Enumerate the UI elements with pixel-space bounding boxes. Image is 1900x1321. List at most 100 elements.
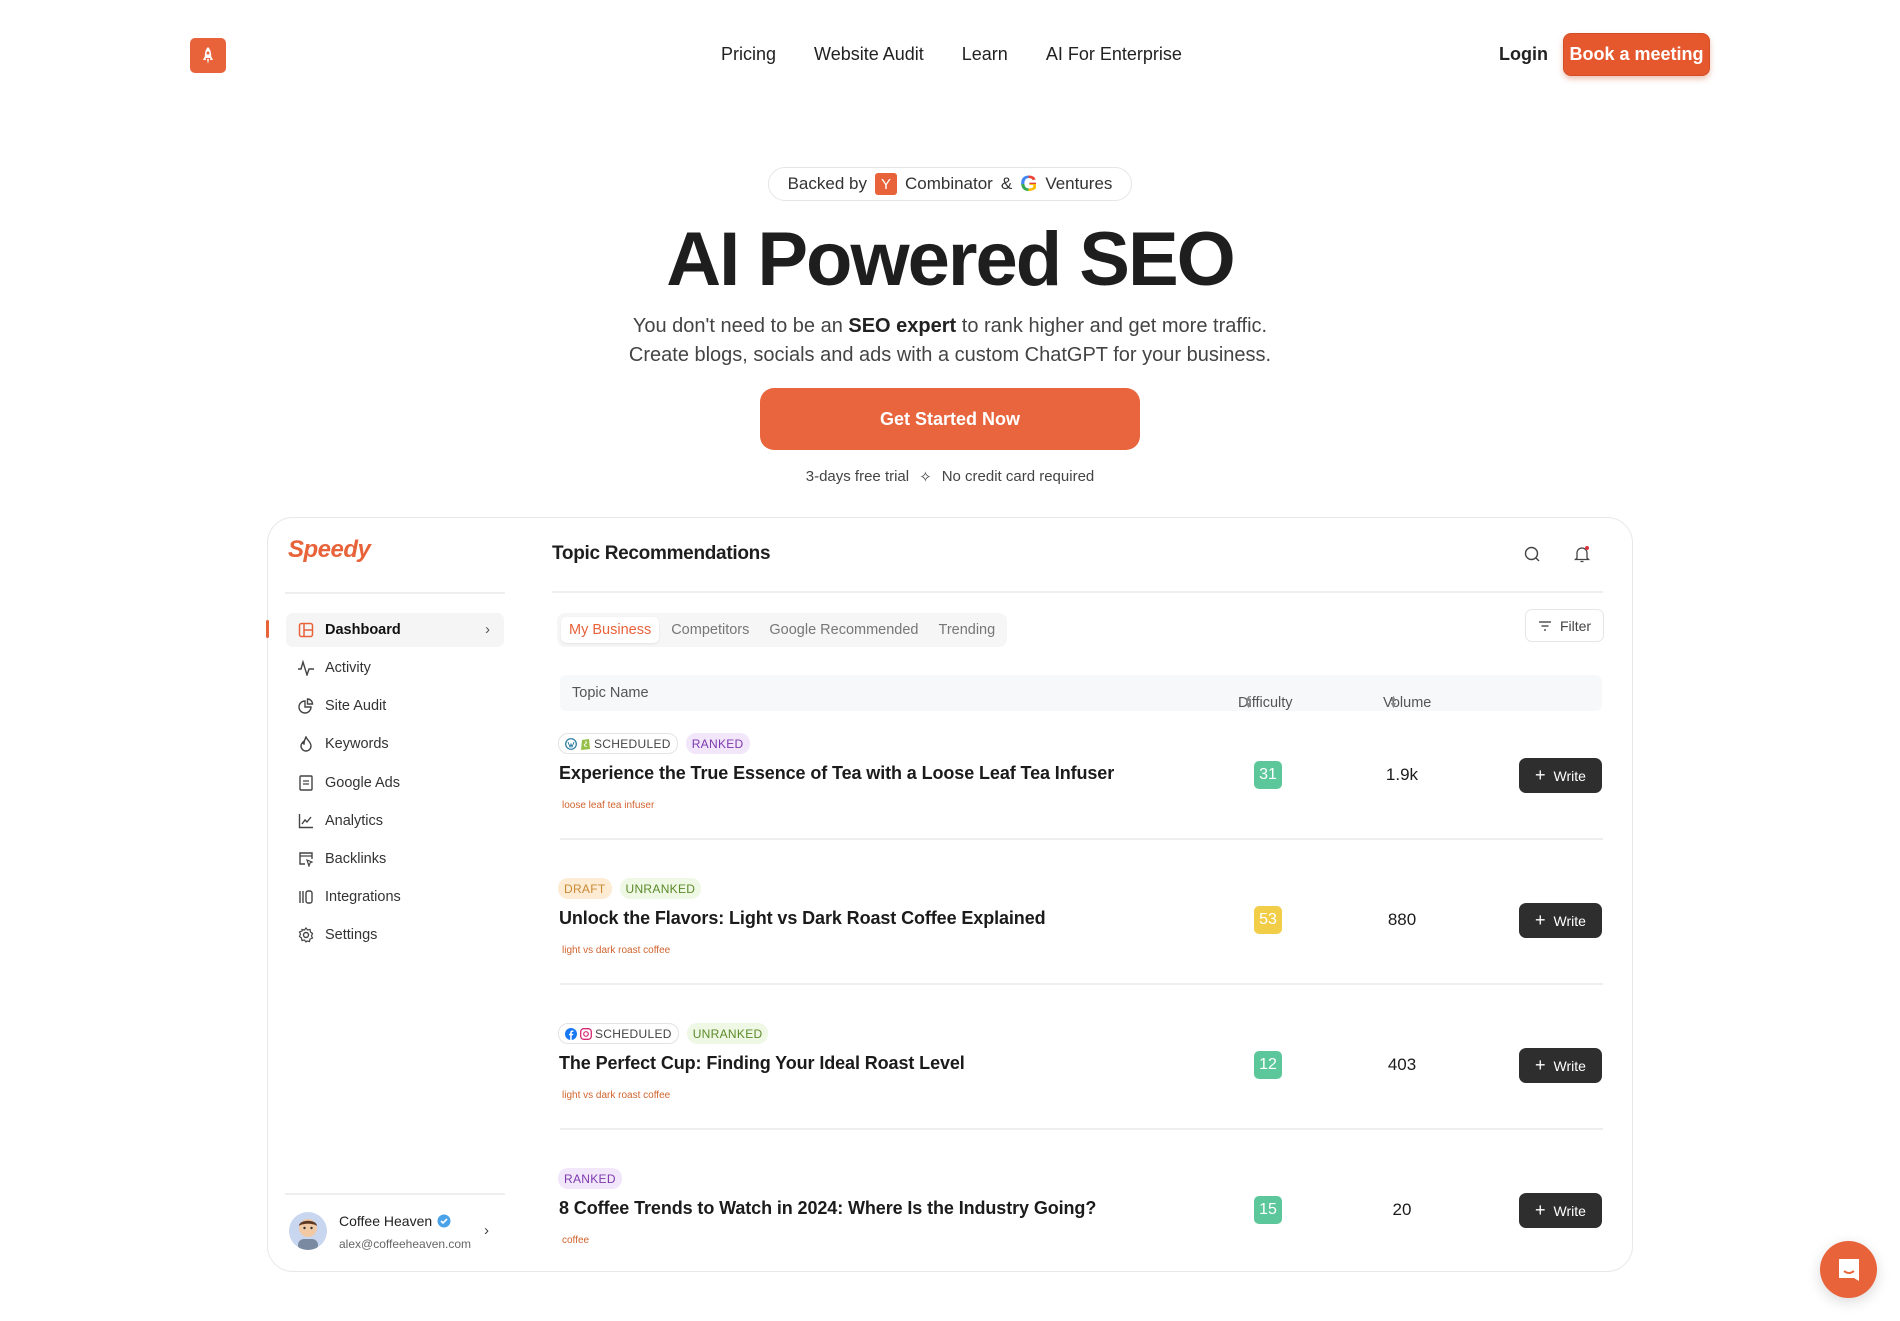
sort-icon: ▲ ▼ (1389, 693, 1398, 710)
sidebar-item-integrations[interactable]: Integrations (286, 880, 504, 914)
y-combinator-logo: Y (874, 173, 897, 195)
nav-ai-for-enterprise[interactable]: AI For Enterprise (1046, 44, 1182, 65)
status-badges: SCHEDULED RANKED (558, 733, 750, 754)
topic-title[interactable]: Experience the True Essence of Tea with … (559, 763, 1114, 784)
sidebar-item-label: Site Audit (325, 698, 387, 714)
badge-label: UNRANKED (692, 1026, 763, 1041)
column-topic-name: Topic Name (572, 685, 649, 701)
topic-keyword: coffee (562, 1235, 590, 1246)
topic-title[interactable]: Unlock the Flavors: Light vs Dark Roast … (559, 908, 1046, 929)
app-brand: Speedy (288, 536, 371, 563)
topic-title[interactable]: The Perfect Cup: Finding Your Ideal Roas… (559, 1053, 965, 1074)
sidebar-item-site-audit[interactable]: Site Audit (286, 689, 504, 723)
ranked-badge: RANKED (685, 733, 750, 754)
nav-website-audit[interactable]: Website Audit (814, 44, 924, 65)
activity-icon (297, 659, 315, 677)
difficulty-badge: 53 (1254, 906, 1282, 934)
table-row: RANKED 8 Coffee Trends to Watch in 2024: … (558, 1162, 1603, 1275)
logo[interactable] (190, 38, 226, 73)
get-started-button[interactable]: Get Started Now (760, 388, 1140, 450)
tab-my-business[interactable]: My Business (561, 617, 660, 643)
user-name: Coffee Heaven (339, 1213, 451, 1229)
sidebar-item-keywords[interactable]: Keywords (286, 727, 504, 761)
search-icon[interactable] (1524, 546, 1541, 563)
flame-icon (297, 735, 315, 753)
write-button[interactable]: + Write (1519, 903, 1602, 938)
topic-keyword: light vs dark roast coffee (562, 945, 671, 956)
sort-icon: ▲ ▼ (1244, 693, 1253, 710)
google-logo: G (1020, 171, 1038, 196)
unranked-badge: UNRANKED (686, 1023, 769, 1044)
sidebar-item-dashboard[interactable]: Dashboard › (286, 613, 504, 647)
badge-label: SCHEDULED (595, 1026, 672, 1041)
avatar[interactable] (289, 1212, 327, 1250)
subtitle-line-2: Create blogs, socials and ads with a cus… (628, 344, 1272, 366)
book-meeting-button[interactable]: Book a meeting (1563, 33, 1710, 76)
write-label: Write (1553, 1057, 1586, 1074)
divider (552, 591, 1603, 593)
volume-value: 1.9k (1385, 765, 1419, 784)
sidebar-item-label: Settings (325, 927, 378, 943)
table-header: Topic Name Difficulty ▲ ▼ Volume ▲ ▼ (560, 675, 1602, 711)
badge-label: DRAFT (564, 881, 606, 896)
hero-title: AI Powered SEO (666, 217, 1236, 302)
line-chart-icon (297, 812, 315, 830)
sidebar-item-label: Dashboard (325, 622, 401, 638)
filter-button[interactable]: Filter (1525, 609, 1604, 642)
volume-value: 403 (1387, 1055, 1417, 1074)
sidebar-item-label: Backlinks (325, 851, 387, 867)
sidebar-item-label: Integrations (325, 889, 401, 905)
write-button[interactable]: + Write (1519, 1048, 1602, 1083)
sidebar-item-google-ads[interactable]: Google Ads (286, 766, 504, 800)
sidebar-item-activity[interactable]: Activity (286, 651, 504, 685)
tab-trending[interactable]: Trending (931, 617, 1004, 643)
gear-icon (297, 926, 315, 944)
scheduled-badge: SCHEDULED (558, 1023, 679, 1044)
bell-icon[interactable] (1573, 545, 1591, 563)
write-button[interactable]: + Write (1519, 1193, 1602, 1228)
tab-competitors[interactable]: Competitors (663, 617, 757, 643)
integrations-icon (297, 888, 315, 906)
table-row: SCHEDULED RANKED Experience the True Essen… (558, 727, 1603, 840)
plus-icon: + (1535, 910, 1546, 930)
chevron-right-icon: › (485, 622, 490, 638)
badge-label: UNRANKED (625, 881, 696, 896)
nav-pricing[interactable]: Pricing (721, 44, 776, 65)
tab-google-recommended[interactable]: Google Recommended (761, 617, 926, 643)
write-label: Write (1553, 767, 1586, 784)
ranked-badge: RANKED (558, 1168, 622, 1189)
backed-by-label: Backed by (787, 174, 867, 193)
table-row: SCHEDULED UNRANKED The Perfect Cup: Findin… (558, 1017, 1603, 1130)
document-icon (297, 774, 315, 792)
write-button[interactable]: + Write (1519, 758, 1602, 793)
ampersand: & (1000, 174, 1013, 193)
topic-title[interactable]: 8 Coffee Trends to Watch in 2024: Where … (559, 1198, 1096, 1219)
pie-chart-icon (297, 697, 315, 715)
sidebar-item-settings[interactable]: Settings (286, 918, 504, 952)
shopify-icon (580, 737, 591, 750)
active-indicator (266, 620, 269, 638)
sidebar-item-label: Keywords (325, 736, 389, 752)
page-title: Topic Recommendations (552, 543, 771, 564)
instagram-icon (580, 1027, 592, 1040)
verified-icon (437, 1214, 451, 1228)
topic-tabs: My Business Competitors Google Recommend… (557, 613, 1008, 647)
chat-icon (1838, 1258, 1859, 1281)
backed-by-badge: Backed by Y Combinator & G Ventures (768, 167, 1132, 201)
unranked-badge: UNRANKED (619, 878, 702, 899)
chat-widget-button[interactable] (1820, 1241, 1877, 1298)
hero-subtitle: You don't need to be an SEO expert to ra… (0, 312, 1900, 370)
sparkle-icon: ✧ (919, 469, 932, 486)
badge-label: RANKED (564, 1171, 616, 1186)
scheduled-badge: SCHEDULED (558, 733, 678, 754)
login-link[interactable]: Login (1499, 44, 1548, 65)
subtitle-text: to rank higher and get more traffic. (956, 315, 1268, 337)
plus-icon: + (1535, 765, 1546, 785)
chevron-right-icon[interactable]: › (484, 1222, 489, 1239)
difficulty-badge: 15 (1254, 1196, 1282, 1224)
nav-learn[interactable]: Learn (962, 44, 1008, 65)
sidebar-item-analytics[interactable]: Analytics (286, 804, 504, 838)
subtitle-emphasis: SEO expert (848, 315, 957, 337)
write-label: Write (1553, 1202, 1586, 1219)
sidebar-item-backlinks[interactable]: Backlinks (286, 842, 504, 876)
